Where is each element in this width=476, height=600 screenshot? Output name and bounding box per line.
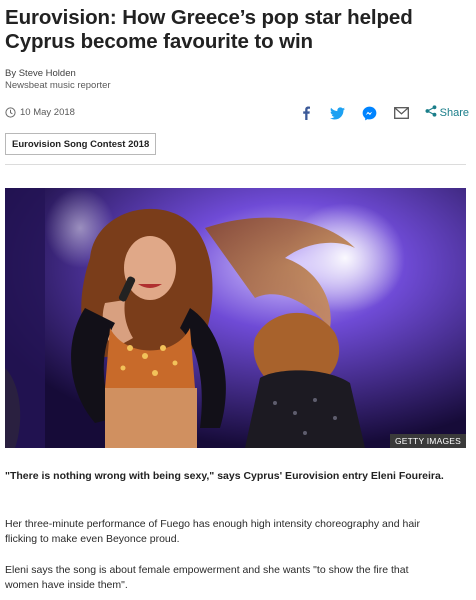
article-lead: "There is nothing wrong with being sexy,…	[5, 470, 444, 482]
divider	[5, 164, 466, 165]
article-headline: Eurovision: How Greece’s pop star helped…	[5, 6, 413, 53]
topic-tag[interactable]: Eurovision Song Contest 2018	[5, 133, 157, 155]
share-label: Share	[439, 107, 469, 119]
facebook-icon[interactable]	[297, 104, 315, 122]
share-button[interactable]: Share	[425, 104, 469, 122]
article-photo: GETTY IMAGES	[5, 188, 466, 448]
byline-author: By Steve Holden	[5, 68, 76, 79]
article-paragraph: Eleni says the song is about female empo…	[5, 564, 409, 591]
clock-icon	[5, 107, 16, 118]
article-paragraph: Her three-minute performance of Fuego ha…	[5, 518, 421, 545]
twitter-icon[interactable]	[329, 104, 347, 122]
performer-photo	[5, 188, 466, 448]
share-icon	[425, 104, 437, 122]
date-text: 10 May 2018	[20, 107, 75, 118]
byline-role: Newsbeat music reporter	[5, 80, 111, 91]
messenger-icon[interactable]	[361, 104, 379, 122]
image-credit: GETTY IMAGES	[389, 434, 466, 448]
share-toolbar: Share	[283, 104, 469, 122]
meta-row: 10 May 2018 Share	[5, 104, 469, 122]
email-icon[interactable]	[393, 104, 411, 122]
publish-date: 10 May 2018	[5, 107, 75, 118]
